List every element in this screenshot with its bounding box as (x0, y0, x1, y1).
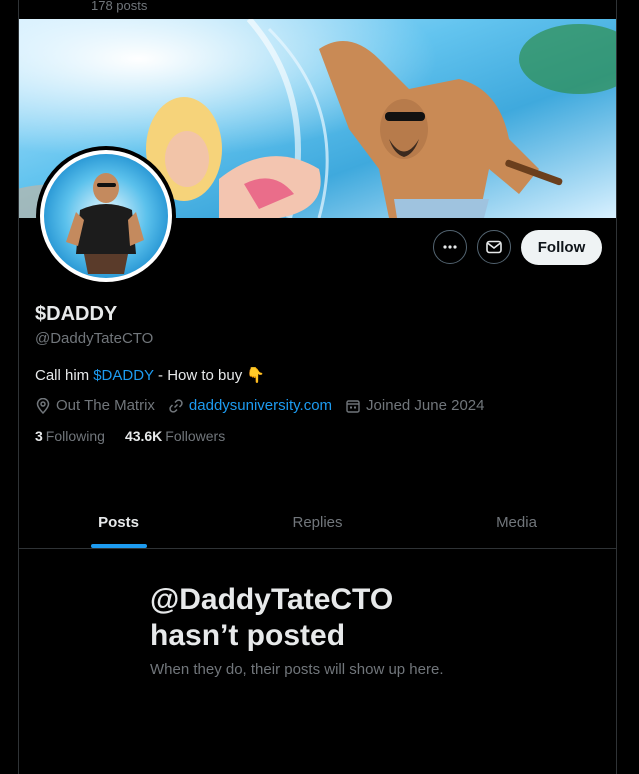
more-button[interactable] (433, 230, 467, 264)
followers-label: Followers (165, 428, 226, 444)
joined-date: Joined June 2024 (366, 397, 485, 414)
bio-prefix: Call him (35, 366, 90, 384)
message-icon (486, 240, 502, 254)
profile-column: 178 posts Follow $DADDY @DaddyTateCTO Ca… (18, 0, 617, 774)
post-count: 178 posts (91, 0, 148, 13)
location-item: Out The Matrix (35, 397, 155, 414)
following-link[interactable]: 3 Following (35, 428, 105, 444)
followers-count: 43.6K (124, 428, 163, 444)
tab-media[interactable]: Media (417, 496, 616, 548)
bio-cashtag-link[interactable]: $DADDY (93, 367, 154, 384)
empty-state-subtitle: When they do, their posts will show up h… (150, 661, 444, 678)
website-item: daddysuniversity.com (168, 397, 332, 414)
followers-link[interactable]: 43.6K Followers (125, 428, 225, 444)
link-icon (169, 398, 183, 413)
follow-stats: 3 Following 43.6K Followers (35, 428, 225, 444)
tab-replies-label: Replies (292, 513, 343, 531)
calendar-icon (346, 399, 360, 413)
active-tab-indicator (90, 544, 147, 548)
profile-tabs: Posts Replies Media (19, 496, 616, 549)
tab-media-label: Media (496, 513, 537, 531)
empty-state-title: @DaddyTateCTO hasn’t posted (150, 582, 550, 654)
tab-posts[interactable]: Posts (19, 496, 218, 548)
following-label: Following (45, 428, 105, 444)
following-count: 3 (35, 428, 43, 444)
tab-posts-label: Posts (98, 513, 139, 531)
empty-title-line1: @DaddyTateCTO (150, 583, 394, 616)
profile-bio: Call him $DADDY - How to buy 👇 (35, 366, 265, 385)
joined-item: Joined June 2024 (345, 397, 484, 414)
avatar-image (40, 150, 172, 282)
user-handle: @DaddyTateCTO (35, 330, 154, 347)
display-name: $DADDY (35, 303, 118, 325)
location-text: Out The Matrix (56, 397, 155, 414)
profile-meta: Out The Matrix daddysuniversity.com Join… (35, 397, 497, 414)
message-button[interactable] (477, 230, 511, 264)
follow-button[interactable]: Follow (521, 230, 602, 265)
avatar[interactable] (36, 146, 176, 286)
website-link[interactable]: daddysuniversity.com (189, 397, 332, 414)
more-icon (443, 245, 457, 249)
empty-title-line2: hasn’t posted (150, 619, 346, 652)
pointing-down-emoji: 👇 (246, 367, 265, 384)
location-icon (36, 397, 50, 414)
bio-suffix: - How to buy (158, 366, 243, 384)
tab-replies[interactable]: Replies (218, 496, 417, 548)
